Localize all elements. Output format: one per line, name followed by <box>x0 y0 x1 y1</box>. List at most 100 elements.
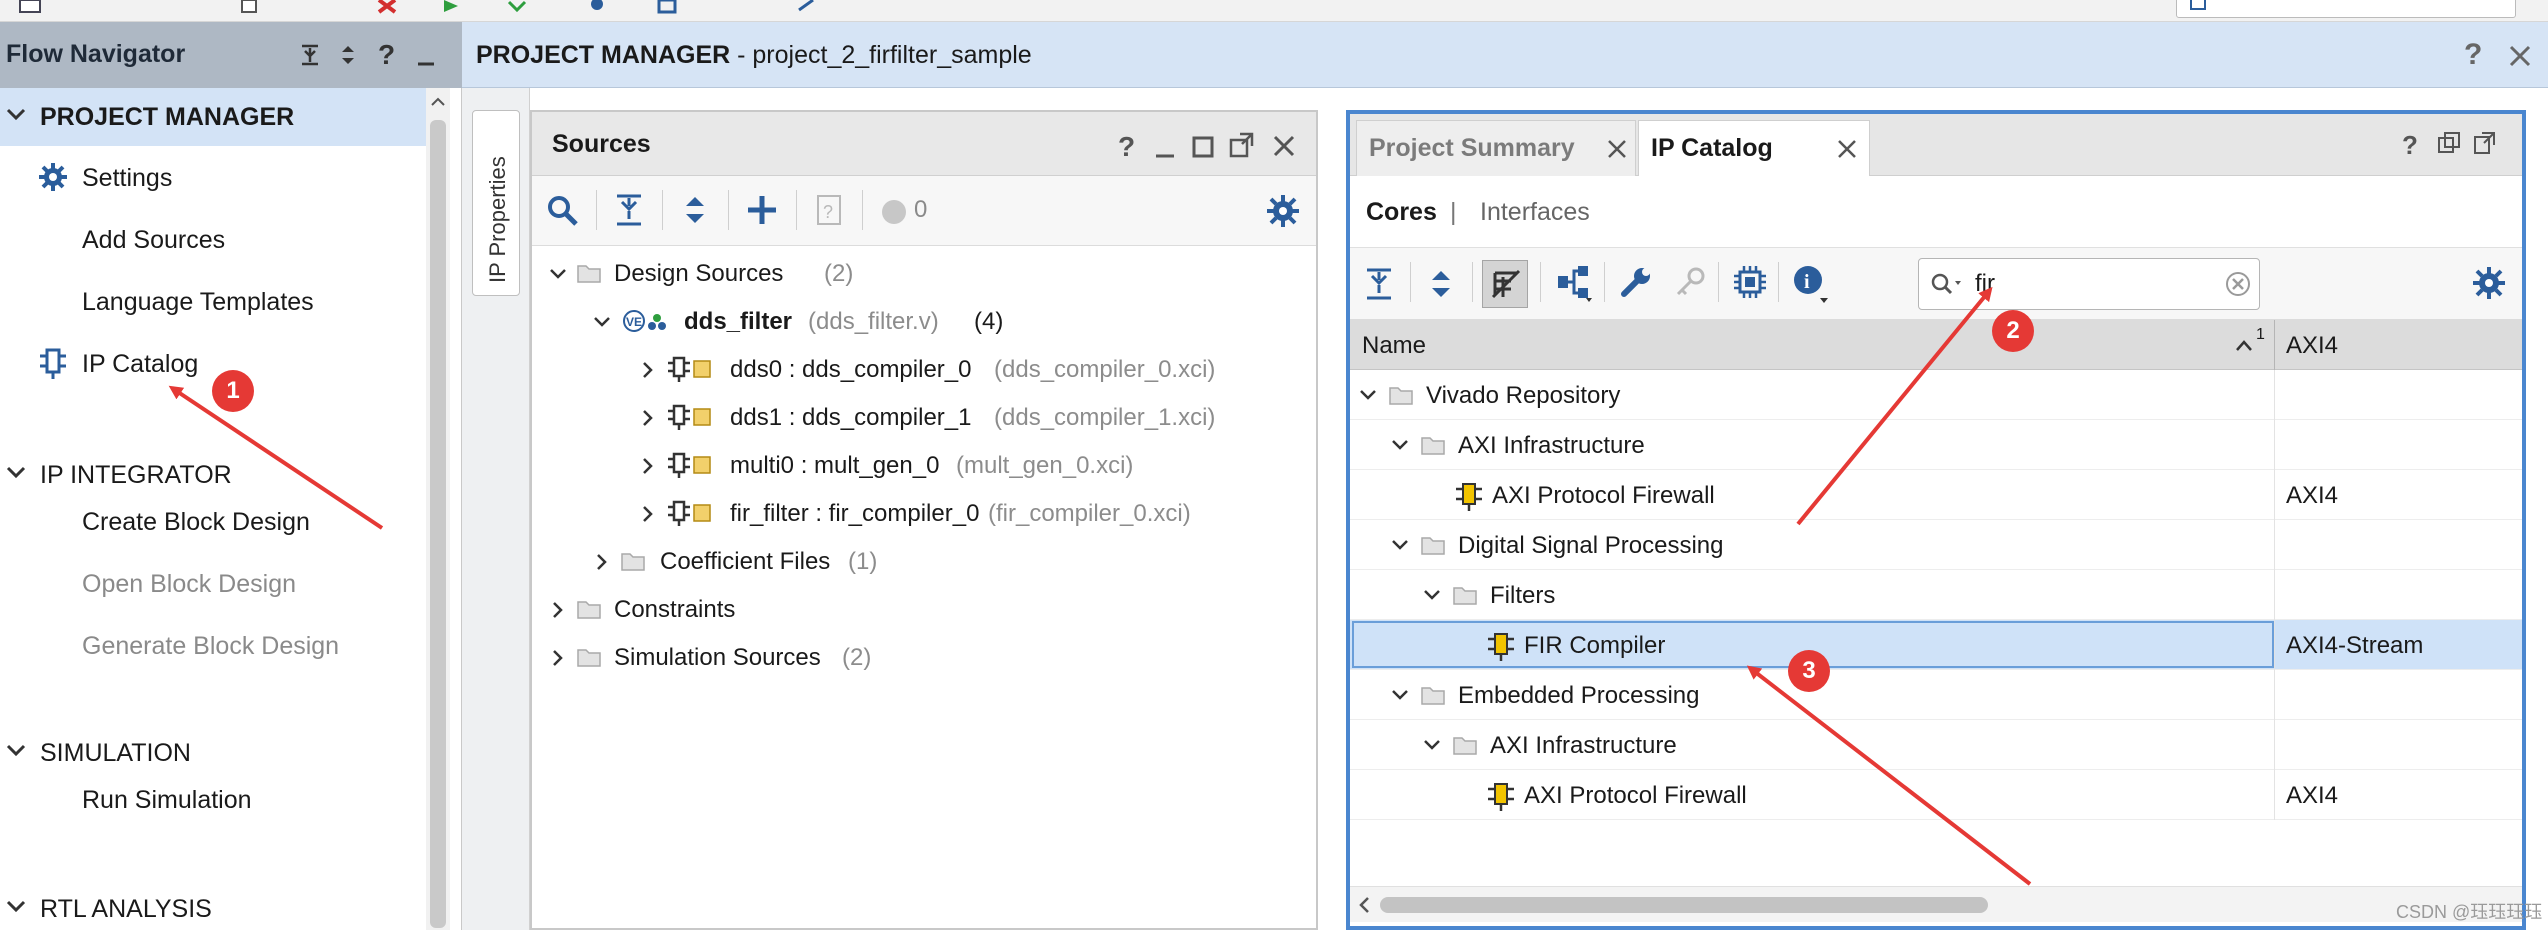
tree-row-multi0[interactable]: multi0 : mult_gen_0 (mult_gen_0.xci) <box>532 442 1316 488</box>
chevron-right-icon[interactable] <box>548 600 568 620</box>
minimize-icon[interactable] <box>414 42 438 68</box>
close-red-icon[interactable] <box>375 0 401 18</box>
nav-item-run-simulation[interactable]: Run Simulation <box>82 786 252 815</box>
table-row[interactable]: Digital Signal Processing <box>1350 520 2522 570</box>
nav-item-generate-block-design[interactable]: Generate Block Design <box>82 632 339 661</box>
wrench-icon[interactable] <box>1618 264 1654 300</box>
clear-search-icon[interactable] <box>2225 271 2251 297</box>
chevron-right-icon[interactable] <box>638 408 658 428</box>
tree-row-dds0[interactable]: dds0 : dds_compiler_0 (dds_compiler_0.xc… <box>532 346 1316 392</box>
table-row[interactable]: Filters <box>1350 570 2522 620</box>
gear-icon[interactable] <box>1266 194 1300 228</box>
add-icon[interactable] <box>744 192 780 228</box>
tree-row-dds-filter[interactable]: VE dds_filter (dds_filter.v) (4) <box>532 298 1316 344</box>
chevron-down-icon[interactable] <box>1422 585 1442 605</box>
horizontal-scrollbar[interactable] <box>1350 886 2522 922</box>
tree-row-fir-filter[interactable]: fir_filter : fir_compiler_0 (fir_compile… <box>532 490 1316 536</box>
chevron-down-icon[interactable] <box>1422 735 1442 755</box>
expand-all-icon[interactable] <box>336 42 360 68</box>
table-row-selected[interactable]: FIR Compiler AXI4-Stream <box>1350 620 2522 670</box>
scroll-left-icon[interactable] <box>1356 895 1374 915</box>
chevron-down-icon[interactable] <box>592 312 612 332</box>
nav-item-open-block-design[interactable]: Open Block Design <box>82 570 296 599</box>
show-hierarchy-icon[interactable] <box>1556 264 1594 304</box>
chevron-right-icon[interactable] <box>548 648 568 668</box>
expand-all-icon[interactable] <box>680 192 710 228</box>
maximize-icon[interactable] <box>1190 130 1216 160</box>
float-icon[interactable] <box>1228 130 1256 160</box>
expand-all-icon[interactable] <box>1426 266 1456 302</box>
layout-dropdown[interactable] <box>2176 0 2516 18</box>
tree-row-simulation-sources[interactable]: Simulation Sources (2) <box>532 634 1316 680</box>
nav-item-add-sources[interactable]: Add Sources <box>82 226 225 255</box>
nav-item-settings[interactable]: Settings <box>82 164 172 193</box>
chevron-down-icon[interactable] <box>1358 385 1378 405</box>
scroll-up-icon[interactable] <box>430 94 446 110</box>
collapse-all-icon[interactable] <box>1364 266 1394 302</box>
save-icon[interactable] <box>655 0 681 18</box>
restore-icon[interactable] <box>2436 130 2462 156</box>
table-row[interactable]: AXI Protocol Firewall AXI4 <box>1350 470 2522 520</box>
settings-small-icon[interactable] <box>585 0 611 18</box>
subtab-interfaces[interactable]: Interfaces <box>1480 198 1590 227</box>
chevron-right-icon[interactable] <box>592 552 612 572</box>
nav-section-simulation[interactable]: SIMULATION <box>0 724 426 782</box>
help-icon[interactable]: ? <box>1116 130 1140 160</box>
key-icon[interactable] <box>1672 264 1708 300</box>
info-icon[interactable]: i <box>1792 264 1830 304</box>
scrollbar-thumb[interactable] <box>1380 897 1988 913</box>
new-file-icon[interactable] <box>238 0 264 18</box>
scrollbar-thumb[interactable] <box>430 120 446 928</box>
tab-project-summary[interactable]: Project Summary <box>1356 120 1636 176</box>
tree-row-constraints[interactable]: Constraints <box>532 586 1316 632</box>
table-row[interactable]: Embedded Processing <box>1350 670 2522 720</box>
step-icon[interactable] <box>505 0 531 18</box>
tree-row-coefficient-files[interactable]: Coefficient Files (1) <box>532 538 1316 584</box>
nav-section-rtl-analysis[interactable]: RTL ANALYSIS <box>0 880 426 930</box>
chevron-right-icon[interactable] <box>638 504 658 524</box>
minimize-icon[interactable] <box>1152 130 1178 160</box>
subtab-cores[interactable]: Cores <box>1366 198 1437 227</box>
close-icon[interactable] <box>2506 42 2534 70</box>
close-icon[interactable] <box>1605 137 1629 161</box>
column-header-interface[interactable]: AXI4 <box>2286 332 2338 360</box>
open-project-icon[interactable] <box>18 0 48 18</box>
collapse-all-icon[interactable] <box>614 192 644 228</box>
search-icon[interactable] <box>1929 271 1969 299</box>
flow-navigator-scrollbar[interactable] <box>426 88 450 930</box>
search-box[interactable] <box>1918 258 2260 310</box>
help-icon[interactable]: ? <box>2462 38 2488 70</box>
chevron-right-icon[interactable] <box>638 456 658 476</box>
table-row[interactable]: Vivado Repository <box>1350 370 2522 420</box>
collapse-all-icon[interactable] <box>298 42 322 68</box>
group-by-button[interactable] <box>1482 260 1528 308</box>
gear-icon[interactable] <box>2472 266 2506 300</box>
tree-row-dds1[interactable]: dds1 : dds_compiler_1 (dds_compiler_1.xc… <box>532 394 1316 440</box>
run-icon[interactable] <box>438 0 464 18</box>
chevron-down-icon[interactable] <box>1390 435 1410 455</box>
table-row[interactable]: AXI Infrastructure <box>1350 720 2522 770</box>
help-icon[interactable]: ? <box>2400 128 2424 158</box>
column-header-name[interactable]: Name <box>1362 332 1426 360</box>
chevron-right-icon[interactable] <box>638 360 658 380</box>
nav-section-ip-integrator[interactable]: IP INTEGRATOR <box>0 446 426 504</box>
chevron-down-icon[interactable] <box>548 264 568 284</box>
help-icon[interactable]: ? <box>376 40 398 68</box>
redo-icon[interactable] <box>795 0 821 18</box>
nav-item-ip-catalog[interactable]: IP Catalog <box>82 350 198 379</box>
table-row[interactable]: AXI Protocol Firewall AXI4 <box>1350 770 2522 820</box>
search-input[interactable] <box>1975 267 2205 301</box>
chevron-down-icon[interactable] <box>1390 535 1410 555</box>
float-icon[interactable] <box>2472 130 2498 156</box>
nav-item-language-templates[interactable]: Language Templates <box>82 288 314 317</box>
table-row[interactable]: AXI Infrastructure <box>1350 420 2522 470</box>
chip-icon[interactable] <box>1732 264 1768 300</box>
close-icon[interactable] <box>1835 137 1859 161</box>
sort-asc-icon[interactable] <box>2234 336 2254 356</box>
tab-ip-catalog[interactable]: IP Catalog <box>1638 120 1870 177</box>
nav-item-create-block-design[interactable]: Create Block Design <box>82 508 310 537</box>
close-icon[interactable] <box>1270 130 1298 160</box>
tree-row-design-sources[interactable]: Design Sources (2) <box>532 250 1316 296</box>
search-icon[interactable] <box>546 194 580 228</box>
unknown-doc-icon[interactable]: ? <box>814 192 844 228</box>
